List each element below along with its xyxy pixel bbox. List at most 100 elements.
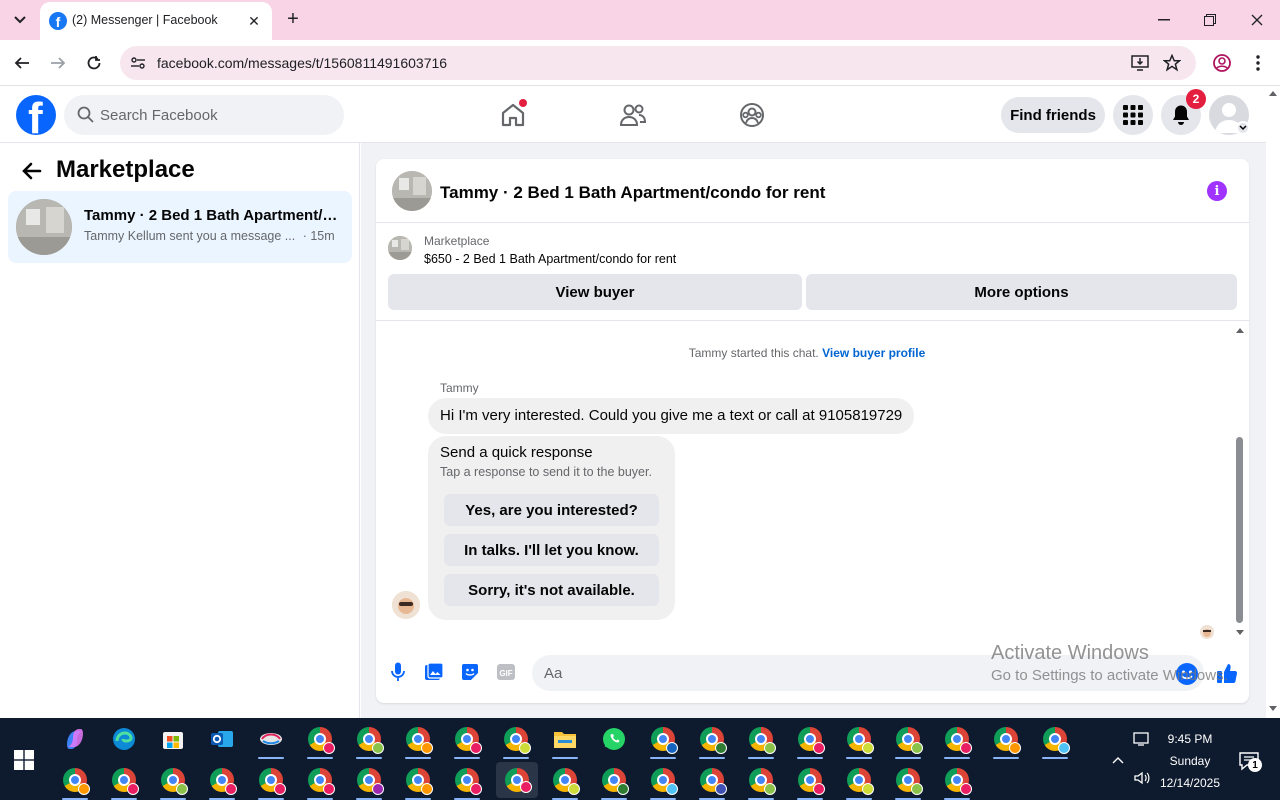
tab-close-icon[interactable]: ✕: [244, 11, 264, 31]
chrome-profile-icon[interactable]: [942, 724, 972, 759]
sender-avatar[interactable]: [392, 591, 420, 619]
sticker-icon[interactable]: [459, 661, 481, 683]
chrome-profile-icon[interactable]: [942, 765, 972, 800]
facebook-search[interactable]: [64, 95, 344, 135]
network-icon[interactable]: [1132, 729, 1152, 749]
show-hidden-icons-chevron-up-icon[interactable]: [1108, 750, 1128, 770]
chrome-profile-icon[interactable]: [452, 765, 482, 800]
install-app-icon[interactable]: [1130, 53, 1150, 73]
windows-start-icon[interactable]: [14, 750, 34, 770]
chat-title[interactable]: Tammy · 2 Bed 1 Bath Apartment/condo for…: [440, 183, 825, 203]
outlook-icon[interactable]: [207, 724, 237, 754]
message-input[interactable]: [532, 655, 1204, 691]
view-buyer-profile-link[interactable]: View buyer profile: [822, 346, 925, 360]
tab-search-button[interactable]: [6, 8, 34, 32]
chevron-down-icon[interactable]: [1236, 121, 1250, 135]
copilot-icon[interactable]: [60, 724, 90, 754]
whatsapp-icon[interactable]: [599, 724, 629, 754]
chrome-profile-icon[interactable]: [501, 724, 531, 759]
nav-home[interactable]: [497, 99, 529, 131]
emoji-icon[interactable]: [1176, 663, 1198, 685]
quick-response-option[interactable]: In talks. I'll let you know.: [444, 534, 659, 566]
info-icon[interactable]: i: [1207, 181, 1227, 201]
taskbar-clock[interactable]: 9:45 PM Sunday 12/14/2025: [1158, 728, 1222, 794]
listing-price-line[interactable]: $650 - 2 Bed 1 Bath Apartment/condo for …: [424, 252, 676, 266]
thumbs-up-icon[interactable]: [1215, 661, 1239, 685]
address-bar[interactable]: facebook.com/messages/t/1560811491603716: [120, 46, 1196, 80]
chrome-profile-icon[interactable]: [207, 765, 237, 800]
file-explorer-icon[interactable]: [550, 724, 580, 759]
site-info-icon[interactable]: [128, 53, 148, 73]
new-tab-button[interactable]: +: [282, 8, 304, 30]
app-icon[interactable]: [256, 724, 286, 759]
chrome-profile-icon[interactable]: [893, 724, 923, 759]
chrome-profile-icon[interactable]: [697, 724, 727, 759]
browser-tab-messenger[interactable]: f (2) Messenger | Facebook ✕: [40, 2, 272, 40]
search-input[interactable]: [100, 95, 330, 135]
menu-button[interactable]: [1113, 95, 1153, 135]
message-scrollbar[interactable]: [1233, 325, 1247, 641]
scroll-down-arrow-icon[interactable]: [1269, 706, 1277, 711]
chrome-profile-icon[interactable]: [256, 765, 286, 800]
facebook-logo-icon[interactable]: f: [16, 95, 56, 135]
gif-icon[interactable]: GIF: [495, 661, 517, 683]
nav-groups[interactable]: [736, 99, 768, 131]
chrome-profile-icon[interactable]: [844, 724, 874, 759]
chrome-profile-icon[interactable]: [697, 765, 727, 800]
more-options-button[interactable]: More options: [806, 274, 1237, 310]
chrome-profile-icon[interactable]: [648, 765, 678, 800]
back-arrow-icon[interactable]: [20, 159, 44, 183]
microphone-icon[interactable]: [387, 661, 409, 683]
chrome-profile-icon[interactable]: [893, 765, 923, 800]
chat-header-thumbnail[interactable]: [392, 171, 432, 211]
browser-profile-button[interactable]: [1210, 51, 1234, 75]
chrome-profile-icon[interactable]: [1040, 724, 1070, 759]
chrome-profile-icon[interactable]: [550, 765, 580, 800]
chrome-profile-icon-active[interactable]: [496, 762, 538, 798]
chrome-profile-icon[interactable]: [403, 724, 433, 759]
browser-menu-button[interactable]: [1246, 51, 1270, 75]
back-button[interactable]: [10, 51, 34, 75]
microsoft-store-icon[interactable]: [158, 724, 188, 754]
volume-icon[interactable]: [1132, 768, 1152, 788]
find-friends-button[interactable]: Find friends: [1001, 97, 1105, 133]
chrome-profile-icon[interactable]: [991, 724, 1021, 759]
chrome-profile-icon[interactable]: [452, 724, 482, 759]
conversation-item[interactable]: Tammy · 2 Bed 1 Bath Apartment/condo for…: [8, 191, 352, 263]
chrome-profile-icon[interactable]: [648, 724, 678, 759]
forward-button[interactable]: [46, 51, 70, 75]
bookmark-star-icon[interactable]: [1162, 53, 1182, 73]
chrome-profile-icon[interactable]: [305, 765, 335, 800]
chrome-profile-icon[interactable]: [60, 765, 90, 800]
chrome-profile-icon[interactable]: [746, 765, 776, 800]
chrome-profile-icon[interactable]: [844, 765, 874, 800]
chrome-profile-icon[interactable]: [305, 724, 335, 759]
chrome-profile-icon[interactable]: [795, 724, 825, 759]
photo-icon[interactable]: [423, 661, 445, 683]
view-buyer-button[interactable]: View buyer: [388, 274, 802, 310]
page-scrollbar[interactable]: [1266, 87, 1280, 718]
scroll-down-arrow-icon[interactable]: [1233, 627, 1247, 637]
chrome-profile-icon[interactable]: [746, 724, 776, 759]
window-close-button[interactable]: [1245, 8, 1269, 32]
chrome-profile-icon[interactable]: [354, 765, 384, 800]
chrome-profile-icon[interactable]: [158, 765, 188, 800]
reload-button[interactable]: [82, 51, 106, 75]
scroll-up-arrow-icon[interactable]: [1269, 91, 1277, 96]
url-text[interactable]: facebook.com/messages/t/1560811491603716: [157, 55, 447, 71]
browser-tab-strip: f (2) Messenger | Facebook ✕ +: [0, 0, 1280, 40]
window-restore-button[interactable]: [1198, 8, 1222, 32]
chrome-profile-icon[interactable]: [354, 724, 384, 759]
message-bubble[interactable]: Hi I'm very interested. Could you give m…: [428, 398, 915, 434]
window-minimize-button[interactable]: [1152, 8, 1176, 32]
edge-icon[interactable]: [109, 724, 139, 754]
chrome-profile-icon[interactable]: [795, 765, 825, 800]
chrome-profile-icon[interactable]: [109, 765, 139, 800]
chrome-profile-icon[interactable]: [599, 765, 629, 800]
quick-response-option[interactable]: Yes, are you interested?: [444, 494, 659, 526]
scrollbar-thumb[interactable]: [1236, 437, 1243, 623]
quick-response-option[interactable]: Sorry, it's not available.: [444, 574, 659, 606]
nav-friends[interactable]: [617, 99, 649, 131]
chrome-profile-icon[interactable]: [403, 765, 433, 800]
scroll-up-arrow-icon[interactable]: [1233, 325, 1247, 335]
